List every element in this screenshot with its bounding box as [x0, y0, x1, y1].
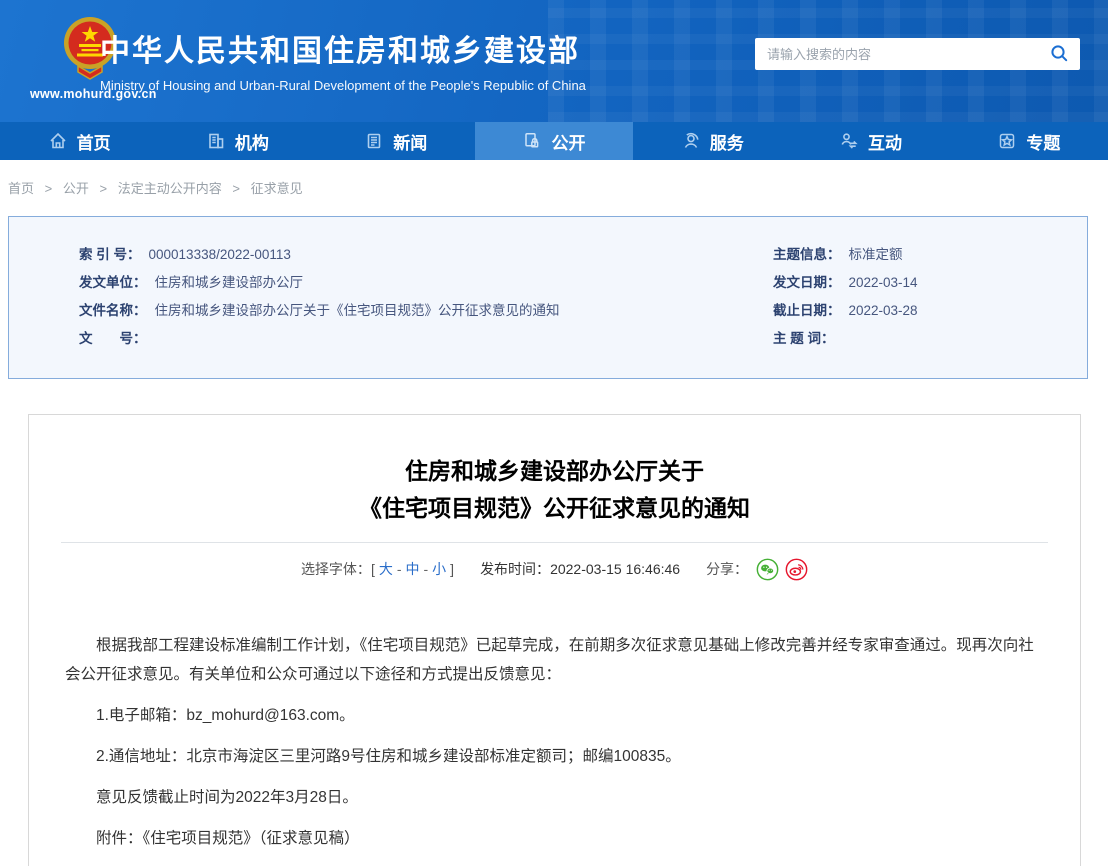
breadcrumb-home[interactable]: 首页 — [8, 181, 34, 196]
info-value: 000013338/2022-00113 — [149, 247, 291, 262]
title-separator — [61, 542, 1048, 543]
nav-label: 互动 — [868, 129, 902, 154]
article-body: 根据我部工程建设标准编制工作计划，《住宅项目规范》已起草完成，在前期多次征求意见… — [65, 631, 1044, 853]
info-label: 发文日期： — [773, 275, 841, 290]
main-nav: 首页 机构 新闻 公开 — [0, 122, 1108, 160]
paragraph-attachment: 附件：《住宅项目规范》（征求意见稿） — [65, 824, 1044, 853]
disclosure-icon — [522, 131, 542, 151]
info-row-document-number: 文 号： — [79, 325, 773, 353]
dash: - — [424, 557, 429, 581]
breadcrumb-disclosure[interactable]: 公开 — [63, 181, 89, 196]
info-row-topic-info: 主题信息： 标准定额 — [773, 241, 1087, 269]
paragraph-email: 1.电子邮箱：bz_mohurd@163.com。 — [65, 701, 1044, 730]
info-value: 住房和城乡建设部办公厅 — [155, 275, 304, 290]
news-icon — [364, 131, 384, 151]
nav-label: 机构 — [235, 129, 269, 154]
search-icon — [1049, 51, 1069, 66]
info-row-index-number: 索 引 号： 000013338/2022-00113 — [79, 241, 773, 269]
nav-item-service[interactable]: 服务 — [633, 122, 791, 160]
nav-label: 服务 — [710, 129, 744, 154]
article-title-line2: 《住宅项目规范》公开征求意见的通知 — [29, 490, 1080, 527]
publish-time-value: 2022-03-15 16:46:46 — [550, 557, 680, 581]
article-title-line1: 住房和城乡建设部办公厅关于 — [29, 453, 1080, 490]
breadcrumb-statutory-content[interactable]: 法定主动公开内容 — [118, 181, 222, 196]
service-icon — [681, 131, 701, 151]
info-label: 截止日期： — [773, 303, 841, 318]
search-input[interactable] — [767, 47, 1048, 62]
info-label: 文件名称： — [79, 303, 147, 318]
nav-label: 专题 — [1026, 129, 1060, 154]
paragraph-deadline: 意见反馈截止时间为2022年3月28日。 — [65, 783, 1044, 812]
info-value: 住房和城乡建设部办公厅关于《住宅项目规范》公开征求意见的通知 — [155, 303, 560, 318]
nav-label: 新闻 — [393, 129, 427, 154]
organization-icon — [206, 131, 226, 151]
info-label: 索 引 号： — [79, 247, 141, 262]
info-row-issue-date: 发文日期： 2022-03-14 — [773, 269, 1087, 297]
site-title-block[interactable]: 中华人民共和国住房和城乡建设部 Ministry of Housing and … — [100, 26, 586, 93]
paragraph-mail-address: 2.通信地址：北京市海淀区三里河路9号住房和城乡建设部标准定额司；邮编10083… — [65, 742, 1044, 771]
bracket: ] — [450, 557, 454, 581]
nav-label: 首页 — [77, 129, 111, 154]
topic-icon — [997, 131, 1017, 151]
document-info-panel: 索 引 号： 000013338/2022-00113 发文单位： 住房和城乡建设部… — [8, 216, 1088, 379]
nav-item-topics[interactable]: 专题 — [950, 122, 1108, 160]
font-size-medium-button[interactable]: 中 — [406, 557, 420, 581]
font-size-small-button[interactable]: 小 — [432, 557, 446, 581]
share-label: 分享： — [706, 557, 748, 581]
nav-item-news[interactable]: 新闻 — [317, 122, 475, 160]
document-info-left-column: 索 引 号： 000013338/2022-00113 发文单位： 住房和城乡建设部… — [9, 241, 773, 378]
site-header: www.mohurd.gov.cn 中华人民共和国住房和城乡建设部 Minist… — [0, 0, 1108, 122]
info-label: 主题信息： — [773, 247, 841, 262]
nav-item-organization[interactable]: 机构 — [158, 122, 316, 160]
info-label: 文 号： — [79, 331, 147, 346]
search-button[interactable] — [1048, 43, 1070, 65]
info-label: 主 题 词： — [773, 331, 835, 346]
breadcrumb-separator: > — [45, 181, 53, 196]
site-name: 中华人民共和国住房和城乡建设部 — [100, 26, 586, 70]
publish-time-group: 发布时间： 2022-03-15 16:46:46 — [480, 557, 680, 581]
site-name-english: Ministry of Housing and Urban-Rural Deve… — [100, 78, 586, 93]
paragraph-intro: 根据我部工程建设标准编制工作计划，《住宅项目规范》已起草完成，在前期多次征求意见… — [65, 631, 1044, 689]
dash: - — [397, 557, 402, 581]
wechat-icon[interactable] — [756, 558, 779, 581]
publish-time-label: 发布时间： — [480, 557, 550, 581]
nav-label: 公开 — [551, 129, 585, 154]
breadcrumb-current-page: 征求意见 — [251, 181, 303, 196]
info-value: 2022-03-14 — [849, 275, 918, 290]
interaction-icon — [839, 131, 859, 151]
home-icon — [48, 131, 68, 151]
info-row-deadline-date: 截止日期： 2022-03-28 — [773, 297, 1087, 325]
nav-item-home[interactable]: 首页 — [0, 122, 158, 160]
article-panel: 住房和城乡建设部办公厅关于 《住宅项目规范》公开征求意见的通知 选择字体： [ … — [28, 414, 1081, 866]
font-size-selector: 选择字体： [ 大 - 中 - 小 ] — [301, 557, 454, 581]
search-box — [755, 38, 1080, 70]
weibo-icon[interactable] — [785, 558, 808, 581]
breadcrumb: 首页 > 公开 > 法定主动公开内容 > 征求意见 — [0, 160, 1108, 197]
document-info-right-column: 主题信息： 标准定额 发文日期： 2022-03-14 截止日期： 2022-03-2… — [773, 241, 1087, 378]
info-value: 标准定额 — [849, 247, 903, 262]
info-row-keywords: 主 题 词： — [773, 325, 1087, 353]
breadcrumb-separator: > — [100, 181, 108, 196]
bracket: [ — [371, 557, 375, 581]
share-group: 分享： — [706, 557, 808, 581]
font-size-label: 选择字体： — [301, 557, 371, 581]
nav-item-disclosure[interactable]: 公开 — [475, 122, 633, 160]
article-meta-row: 选择字体： [ 大 - 中 - 小 ] 发布时间： 2022-03-15 16:… — [29, 557, 1080, 581]
breadcrumb-separator: > — [232, 181, 240, 196]
nav-item-interaction[interactable]: 互动 — [791, 122, 949, 160]
info-value: 2022-03-28 — [849, 303, 918, 318]
info-row-document-name: 文件名称： 住房和城乡建设部办公厅关于《住宅项目规范》公开征求意见的通知 — [79, 297, 773, 325]
info-label: 发文单位： — [79, 275, 147, 290]
font-size-large-button[interactable]: 大 — [379, 557, 393, 581]
article-title: 住房和城乡建设部办公厅关于 《住宅项目规范》公开征求意见的通知 — [29, 453, 1080, 527]
info-row-issuing-unit: 发文单位： 住房和城乡建设部办公厅 — [79, 269, 773, 297]
